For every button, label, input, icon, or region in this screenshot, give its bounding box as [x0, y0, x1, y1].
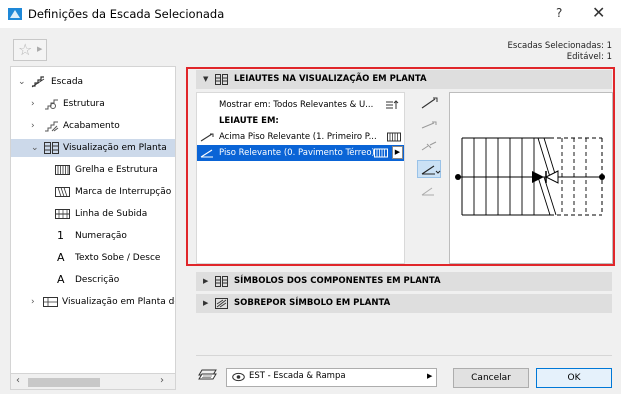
- tree-item-grelha-e-estrutura[interactable]: Grelha e Estrutura: [11, 161, 175, 179]
- tree-item-label: Escada: [51, 77, 84, 87]
- chevron-right-icon[interactable]: ›: [31, 117, 35, 135]
- tree-item-label: Visualização em Planta de T: [62, 297, 176, 307]
- above-icon: [421, 121, 437, 129]
- floor-plan-display-icon: [215, 276, 228, 287]
- section-title: SOBREPOR SÍMBOLO EM PLANTA: [234, 298, 391, 308]
- chevron-down-icon[interactable]: ⌄: [31, 139, 39, 157]
- up-down-text-icon: A: [57, 251, 65, 264]
- tree-item-escada[interactable]: ⌄ Escada: [11, 73, 175, 91]
- floor-plan-display-icon: [374, 148, 388, 158]
- settings-tree[interactable]: ⌄ Escada › Estrutura › Acabamento ⌄ Visu…: [10, 66, 176, 374]
- section-title: LEIAUTES NA VISUALIZAÇÃO EM PLANTA: [234, 74, 427, 84]
- layout-item-relevant-story[interactable]: Piso Relevante (0. Pavimento Térreo) ▶: [197, 145, 404, 161]
- tree-item-visualizacao-planta-de-t[interactable]: › Visualização em Planta de T: [11, 293, 175, 311]
- editable-count: Editável: 1: [566, 52, 612, 62]
- stair-preview-drawing: [455, 137, 605, 216]
- below-icon: [421, 187, 434, 196]
- tread-plan-display-icon: [43, 297, 58, 307]
- floor-plan-display-icon: [44, 142, 59, 154]
- collapse-arrow-icon: ▼: [203, 75, 209, 83]
- layout-item-label: Piso Relevante (0. Pavimento Térreo): [219, 148, 375, 158]
- layout-item-above-relevant[interactable]: Acima Piso Relevante (1. Primeiro P...: [197, 129, 404, 145]
- description-icon: A: [57, 273, 65, 286]
- above-relevant-tool[interactable]: [417, 94, 441, 112]
- expand-arrow-icon: ▶: [203, 277, 209, 285]
- numbering-icon: 1: [57, 229, 64, 242]
- tree-item-marca-de-interrupcao[interactable]: Marca de Interrupção: [11, 183, 175, 201]
- tree-item-label: Texto Sobe / Desce: [75, 253, 161, 263]
- expand-arrow-icon: ▶: [203, 299, 209, 307]
- section-header-floor-plan-layouts[interactable]: ▼ LEIAUTES NA VISUALIZAÇÃO EM PLANTA: [196, 70, 612, 89]
- show-on-row[interactable]: Mostrar em: Todos Relevantes & U...: [197, 97, 404, 113]
- grid-structure-icon: [55, 165, 70, 175]
- layer-value: EST - Escada & Rampa: [249, 371, 346, 381]
- tree-item-descricao[interactable]: A Descrição: [11, 271, 175, 289]
- above-tool[interactable]: [417, 116, 441, 134]
- tree-item-label: Numeração: [75, 231, 127, 241]
- help-button[interactable]: ?: [556, 6, 562, 20]
- stair-plan-preview: [449, 92, 613, 264]
- chevron-down-icon[interactable]: ⌄: [18, 73, 26, 91]
- tree-item-label: Acabamento: [63, 121, 120, 131]
- above-relevant-story-icon: [421, 97, 438, 109]
- section-header-component-symbols[interactable]: ▶ SÍMBOLOS DOS COMPONENTES EM PLANTA: [196, 272, 612, 291]
- floor-plan-display-icon: [215, 74, 228, 85]
- walking-line-icon: [55, 209, 70, 219]
- structure-icon: [45, 99, 58, 110]
- group-header-text: LEIAUTE EM:: [219, 116, 279, 126]
- tree-item-label: Linha de Subida: [75, 209, 148, 219]
- selected-count: Escadas Selecionadas: 1: [507, 41, 612, 51]
- chevron-right-icon[interactable]: ›: [31, 293, 35, 311]
- chevron-right-icon[interactable]: ▶: [427, 372, 432, 380]
- footer-separator: [196, 355, 612, 356]
- tree-item-visualizacao-em-planta[interactable]: ⌄ Visualização em Planta: [11, 139, 175, 157]
- tree-item-label: Grelha e Estrutura: [75, 165, 158, 175]
- break-mark-icon: [55, 187, 70, 197]
- layout-tool-column: [414, 92, 444, 202]
- relevant-story-tool[interactable]: [417, 160, 441, 178]
- selection-info: Escadas Selecionadas: 1 Editável: 1: [508, 41, 612, 63]
- close-button[interactable]: ✕: [592, 3, 605, 22]
- scroll-left-icon[interactable]: ‹: [16, 375, 20, 386]
- ok-button[interactable]: OK: [536, 368, 612, 388]
- tree-item-numeracao[interactable]: 1 Numeração: [11, 227, 175, 245]
- break-line-icon: [421, 141, 437, 151]
- tree-item-texto-sobe-desce[interactable]: A Texto Sobe / Desce: [11, 249, 175, 267]
- layout-options-button[interactable]: ▶: [392, 146, 403, 159]
- star-icon: ☆: [18, 40, 33, 59]
- below-tool[interactable]: [417, 182, 441, 200]
- chevron-right-icon[interactable]: ›: [31, 95, 35, 113]
- relevant-story-icon: [200, 149, 213, 158]
- eye-icon: [232, 372, 245, 382]
- chevron-right-icon: ▶: [37, 45, 43, 53]
- stair-icon: [31, 76, 45, 88]
- scroll-right-icon[interactable]: ›: [160, 375, 164, 386]
- scroll-thumb[interactable]: [28, 378, 100, 387]
- tree-item-label: Marca de Interrupção: [75, 187, 172, 197]
- show-on-text: Mostrar em: Todos Relevantes & U...: [219, 100, 374, 110]
- break-tool[interactable]: [417, 138, 441, 156]
- tree-item-linha-de-subida[interactable]: Linha de Subida: [11, 205, 175, 223]
- layer-icon: [198, 369, 217, 380]
- tree-item-label: Descrição: [75, 275, 120, 285]
- layout-group-header: LEIAUTE EM:: [197, 113, 404, 129]
- window-title: Definições da Escada Selecionada: [28, 7, 225, 21]
- tree-item-label: Estrutura: [63, 99, 105, 109]
- section-header-override-symbol[interactable]: ▶ SOBREPOR SÍMBOLO EM PLANTA: [196, 294, 612, 313]
- tree-item-acabamento[interactable]: › Acabamento: [11, 117, 175, 135]
- cancel-button[interactable]: Cancelar: [453, 368, 529, 388]
- grid-structure-icon: [387, 132, 401, 142]
- override-symbol-icon: [215, 298, 228, 309]
- tree-item-label: Visualização em Planta: [63, 143, 167, 153]
- story-settings-icon: [386, 100, 399, 109]
- layout-item-label: Acima Piso Relevante (1. Primeiro P...: [219, 132, 377, 142]
- finish-icon: [45, 121, 59, 132]
- relevant-story-icon: [421, 165, 441, 175]
- layout-list[interactable]: Mostrar em: Todos Relevantes & U... LEIA…: [196, 92, 405, 264]
- tree-item-estrutura[interactable]: › Estrutura: [11, 95, 175, 113]
- section-title: SÍMBOLOS DOS COMPONENTES EM PLANTA: [234, 276, 441, 286]
- archicad-app-icon: [8, 8, 22, 20]
- above-relevant-story-icon: [200, 133, 214, 142]
